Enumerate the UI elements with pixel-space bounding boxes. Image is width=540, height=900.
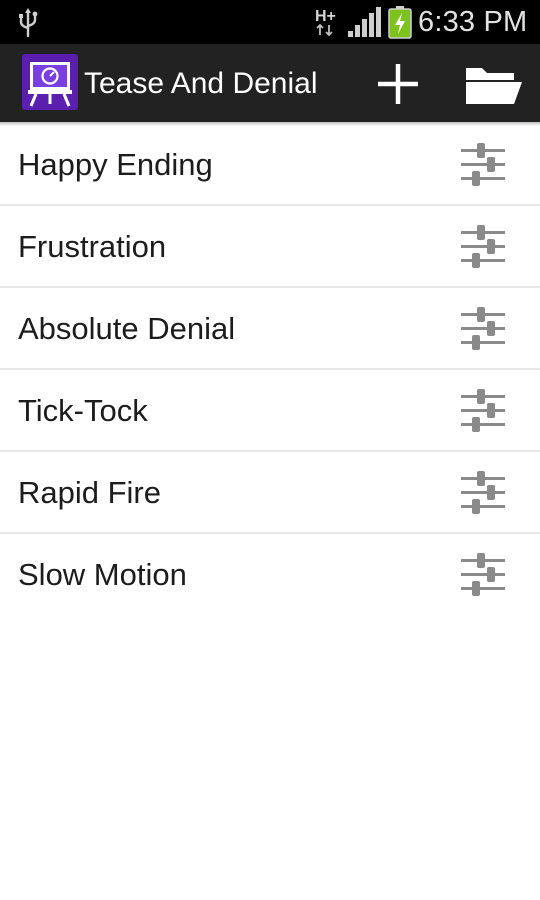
list-item-label: Happy Ending [18,147,213,182]
folder-open-icon[interactable] [460,56,526,112]
list-item-label: Rapid Fire [18,475,161,510]
list-item-label: Frustration [18,229,167,264]
list-item-label: Absolute Denial [18,311,236,346]
list-item[interactable]: Tick-Tock [0,370,540,452]
network-type-label: H+ [315,8,336,25]
list-item[interactable]: Rapid Fire [0,452,540,534]
list-item[interactable]: Absolute Denial [0,288,540,370]
status-bar: H+ 6:33 PM [0,0,540,44]
list-item[interactable]: Slow Motion [0,534,540,616]
usb-icon [19,8,38,38]
network-type-icon: H+ [315,8,336,37]
settings-sliders-icon[interactable] [458,553,508,597]
action-bar: Tease And Denial [0,44,540,122]
list-item-label: Tick-Tock [18,393,148,428]
status-time: 6:33 PM [418,6,528,38]
settings-sliders-icon[interactable] [458,225,508,269]
add-icon[interactable] [368,56,428,112]
signal-icon [348,7,381,37]
app-icon[interactable] [22,54,78,110]
app-title: Tease And Denial [84,67,318,100]
list-item[interactable]: Frustration [0,206,540,288]
preset-list: Happy Ending Frustration Absolute Denial [0,124,540,616]
list-item-label: Slow Motion [18,557,187,592]
settings-sliders-icon[interactable] [458,143,508,187]
settings-sliders-icon[interactable] [458,307,508,351]
settings-sliders-icon[interactable] [458,471,508,515]
battery-charging-icon [388,6,412,39]
settings-sliders-icon[interactable] [458,389,508,433]
list-item[interactable]: Happy Ending [0,124,540,206]
